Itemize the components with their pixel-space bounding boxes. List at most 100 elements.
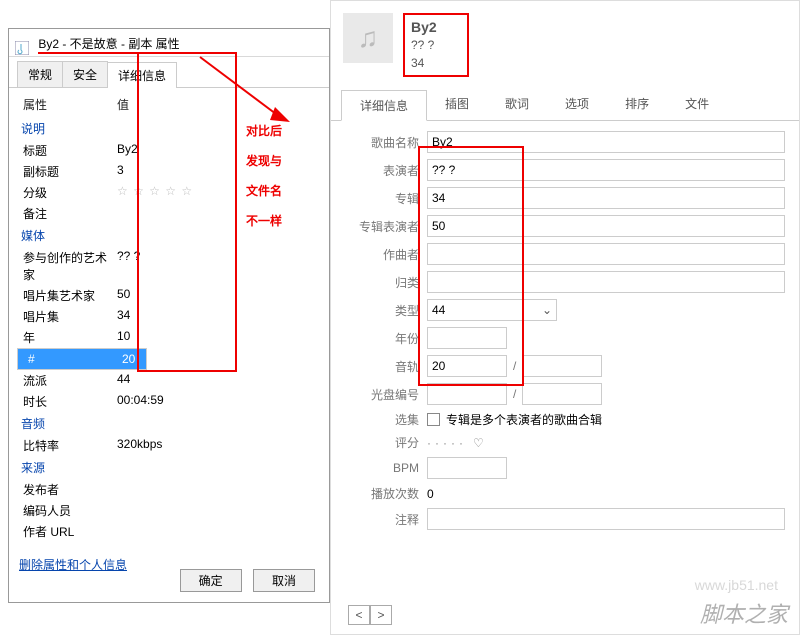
watermark-url: www.jb51.net xyxy=(695,577,778,593)
label-compilation: 选集 xyxy=(345,411,427,428)
value-length: 00:04:59 xyxy=(117,393,321,410)
label-albumperformer: 专辑表演者 xyxy=(345,218,427,235)
ok-button[interactable]: 确定 xyxy=(180,569,242,592)
input-disc[interactable] xyxy=(427,383,507,405)
value-tracknum[interactable]: 20 xyxy=(122,352,142,366)
header-title: By2 xyxy=(411,18,437,36)
value-album[interactable]: 34 xyxy=(117,308,321,325)
rating-dots[interactable]: ····· xyxy=(427,436,467,450)
input-year[interactable] xyxy=(427,327,507,349)
label-composer: 作曲者 xyxy=(345,246,427,263)
section-audio: 音频 xyxy=(17,412,321,435)
annotation-text: 对比后发现与文件名不一样 xyxy=(246,116,282,236)
prev-next-nav: <> xyxy=(348,605,392,625)
cancel-button[interactable]: 取消 xyxy=(253,569,315,592)
label-authorurl: 作者 URL xyxy=(17,523,117,540)
label-yearfield: 年份 xyxy=(345,330,427,347)
label-tracknum: # xyxy=(22,352,122,366)
input-albumperformer[interactable] xyxy=(427,215,785,237)
input-songname[interactable] xyxy=(427,131,785,153)
checkbox-compilation[interactable] xyxy=(427,413,440,426)
tab-artwork[interactable]: 插图 xyxy=(427,89,487,120)
label-album: 唱片集 xyxy=(17,308,117,325)
watermark-text: 脚本之家 xyxy=(700,597,788,629)
tab-sort[interactable]: 排序 xyxy=(607,89,667,120)
header-album: 34 xyxy=(411,54,437,72)
tab-detail[interactable]: 详细信息 xyxy=(341,90,427,121)
value-encoder[interactable] xyxy=(117,502,321,519)
properties-dialog: By2 - 不是故意 - 副本 属性 常规 安全 详细信息 属性值 说明 标题B… xyxy=(8,28,330,603)
input-tracktotal[interactable] xyxy=(522,355,602,377)
value-authorurl[interactable] xyxy=(117,523,321,540)
editor-panel: ♫ By2 ?? ? 34 详细信息 插图 歌词 选项 排序 文件 歌曲名称 表… xyxy=(330,0,800,635)
album-art-placeholder: ♫ xyxy=(343,13,393,63)
tab-general[interactable]: 常规 xyxy=(17,61,63,87)
label-year: 年 xyxy=(17,329,117,346)
label-albumartist: 唱片集艺术家 xyxy=(17,287,117,304)
label-note: 备注 xyxy=(17,205,117,222)
label-bpm: BPM xyxy=(345,461,427,475)
heart-icon[interactable]: ♡ xyxy=(473,436,484,450)
value-bitrate: 320kbps xyxy=(117,437,321,454)
section-source: 来源 xyxy=(17,456,321,479)
label-performer: 表演者 xyxy=(345,162,427,179)
editor-tabs: 详细信息 插图 歌词 选项 排序 文件 xyxy=(331,89,799,121)
music-file-icon xyxy=(15,37,29,51)
label-genre: 流派 xyxy=(17,372,117,389)
value-albumartist[interactable]: 50 xyxy=(117,287,321,304)
value-note[interactable] xyxy=(117,205,321,222)
tab-bar: 常规 安全 详细信息 xyxy=(9,57,329,88)
label-rating: 分级 xyxy=(17,184,117,201)
label-disc: 光盘编号 xyxy=(345,386,427,403)
input-category[interactable] xyxy=(427,271,785,293)
label-rating2: 评分 xyxy=(345,434,427,451)
value-subtitle[interactable]: 3 xyxy=(117,163,321,180)
input-composer[interactable] xyxy=(427,243,785,265)
value-artist[interactable]: ?? ? xyxy=(117,249,321,283)
label-bitrate: 比特率 xyxy=(17,437,117,454)
value-genre[interactable]: 44 xyxy=(117,372,321,389)
chevron-down-icon: ⌄ xyxy=(542,303,552,317)
titlebar: By2 - 不是故意 - 副本 属性 xyxy=(9,29,329,57)
value-title[interactable]: By2 xyxy=(117,142,321,159)
input-bpm[interactable] xyxy=(427,457,507,479)
col-val: 值 xyxy=(117,96,321,113)
label-albumname: 专辑 xyxy=(345,190,427,207)
header-artist: ?? ? xyxy=(411,36,437,54)
prev-button[interactable]: < xyxy=(348,605,370,625)
label-track: 音轨 xyxy=(345,358,427,375)
tab-lyrics[interactable]: 歌词 xyxy=(487,89,547,120)
select-type[interactable]: 44⌄ xyxy=(427,299,557,321)
label-length: 时长 xyxy=(17,393,117,410)
label-title: 标题 xyxy=(17,142,117,159)
value-rating[interactable]: ☆ ☆ ☆ ☆ ☆ xyxy=(117,184,321,201)
label-playcount: 播放次数 xyxy=(345,485,427,502)
label-songname: 歌曲名称 xyxy=(345,134,427,151)
next-button[interactable]: > xyxy=(370,605,392,625)
input-albumname[interactable] xyxy=(427,187,785,209)
tab-file[interactable]: 文件 xyxy=(667,89,727,120)
value-playcount: 0 xyxy=(427,487,434,501)
label-artist: 参与创作的艺术家 xyxy=(17,249,117,283)
input-performer[interactable] xyxy=(427,159,785,181)
music-note-icon: ♫ xyxy=(358,22,379,54)
value-publisher[interactable] xyxy=(117,481,321,498)
input-track[interactable] xyxy=(427,355,507,377)
label-comment: 注释 xyxy=(345,511,427,528)
edit-form: 歌曲名称 表演者 专辑 专辑表演者 作曲者 归类 类型44⌄ 年份 音轨/ 光盘… xyxy=(331,121,799,546)
value-year[interactable]: 10 xyxy=(117,329,321,346)
tab-details[interactable]: 详细信息 xyxy=(107,62,177,88)
label-category: 归类 xyxy=(345,274,427,291)
label-publisher: 发布者 xyxy=(17,481,117,498)
window-title: By2 - 不是故意 - 副本 属性 xyxy=(38,37,179,54)
tab-security[interactable]: 安全 xyxy=(62,61,108,87)
track-meta-header: By2 ?? ? 34 xyxy=(403,13,469,77)
col-attr: 属性 xyxy=(17,96,117,113)
remove-properties-link[interactable]: 删除属性和个人信息 xyxy=(19,556,127,573)
input-comment[interactable] xyxy=(427,508,785,530)
tab-options[interactable]: 选项 xyxy=(547,89,607,120)
label-subtitle: 副标题 xyxy=(17,163,117,180)
input-disctotal[interactable] xyxy=(522,383,602,405)
label-type: 类型 xyxy=(345,302,427,319)
label-encoder: 编码人员 xyxy=(17,502,117,519)
